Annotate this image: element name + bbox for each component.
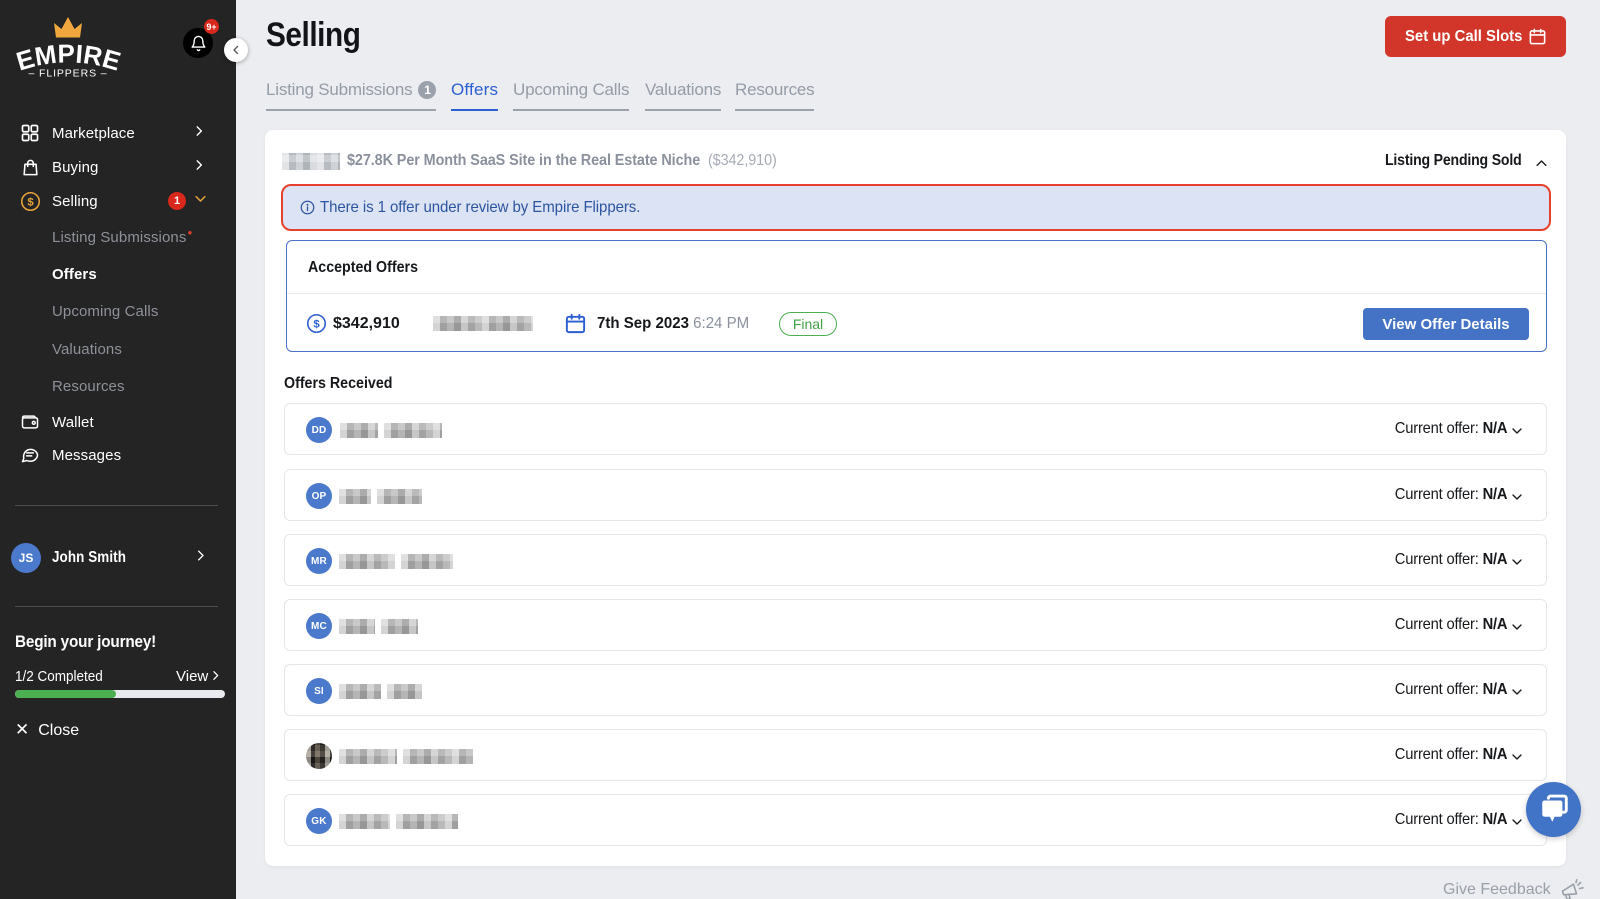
svg-text:$: $: [27, 196, 34, 208]
svg-text:– FLIPPERS –: – FLIPPERS –: [28, 68, 107, 80]
svg-text:$: $: [313, 318, 320, 330]
